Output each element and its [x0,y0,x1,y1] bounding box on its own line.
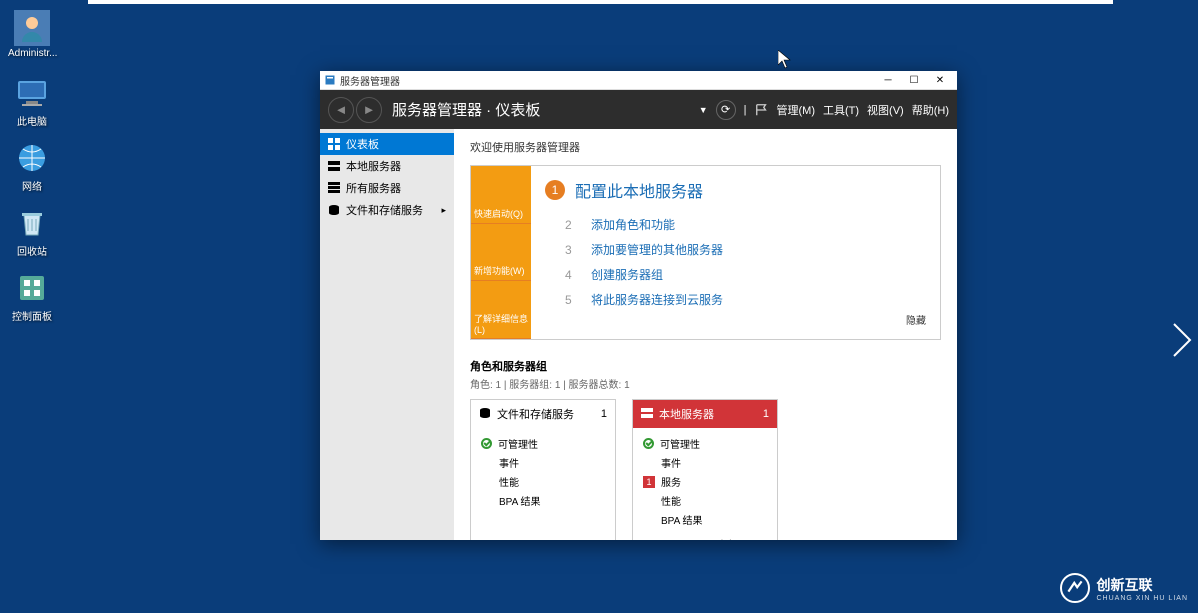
tile-row[interactable]: 事件 [643,453,767,472]
quickstart-step-5: 5 将此服务器连接到云服务 [545,291,926,308]
dashboard-icon [328,138,340,150]
recycle-bin-icon[interactable]: 回收站 [8,205,56,258]
step-link[interactable]: 创建服务器组 [591,266,663,283]
tile-row[interactable]: 可管理性 [481,434,605,453]
menu-view[interactable]: 视图(V) [867,102,904,118]
refresh-button[interactable]: ⟳ [716,100,736,120]
titlebar[interactable]: 服务器管理器 ─ ☐ ✕ [320,71,957,90]
main-content: 欢迎使用服务器管理器 快速启动(Q)新增功能(W)了解详细信息(L) 1 配置此… [454,129,957,540]
storage-icon [328,204,340,216]
sidebar-item-label: 仪表板 [346,136,379,152]
sidebar-item-server[interactable]: 本地服务器 [320,155,454,177]
configure-local-server-link[interactable]: 配置此本地服务器 [575,178,703,202]
step-number: 4 [565,268,577,282]
role-tile-1[interactable]: 本地服务器1 可管理性事件1服务性能BPA 结果 2019/7/23 11:25 [632,399,778,540]
tile-row[interactable]: 1服务 [643,472,767,491]
server-manager-window: 服务器管理器 ─ ☐ ✕ ◄ ► 服务器管理器 · 仪表板 ▼ ⟳ | 管理(M… [320,71,957,540]
menu-help[interactable]: 帮助(H) [912,102,949,118]
separator: | [744,104,747,116]
step-number: 2 [565,218,577,232]
nav-forward-button[interactable]: ► [356,97,382,123]
roles-section-title: 角色和服务器组 [470,358,941,374]
menu-manage[interactable]: 管理(M) [777,102,816,118]
status-ok-icon [643,438,654,449]
window-title: 服务器管理器 [340,73,875,88]
sidebar-item-label: 所有服务器 [346,180,401,196]
menu-tools[interactable]: 工具(T) [823,102,859,118]
this-pc-icon[interactable]: 此电脑 [8,75,56,128]
quickstart-tile-0[interactable]: 快速启动(Q) [471,166,531,224]
breadcrumb: 服务器管理器 · 仪表板 [392,99,699,120]
sidebar-item-dashboard[interactable]: 仪表板 [320,133,454,155]
step-number: 5 [565,293,577,307]
brand-sub: CHUANG XIN HU LIAN [1096,595,1188,602]
tile-row[interactable]: BPA 结果 [481,491,605,510]
quickstart-step-4: 4 创建服务器组 [545,266,926,283]
server-manager-icon [324,74,336,86]
sidebar-item-label: 本地服务器 [346,158,401,174]
sidebar-item-label: 文件和存储服务 [346,202,423,218]
tile-row[interactable]: 事件 [481,453,605,472]
tile-row[interactable]: 可管理性 [643,434,767,453]
servers-icon [328,182,340,194]
quickstart-tile-2[interactable]: 了解详细信息(L) [471,281,531,339]
quickstart-tile-1[interactable]: 新增功能(W) [471,224,531,282]
mouse-cursor [778,50,792,70]
brand-watermark: 创新互联 CHUANG XIN HU LIAN [1060,573,1188,603]
quickstart-step-2: 2 添加角色和功能 [545,216,926,233]
status-error-icon: 1 [643,476,655,488]
quickstart-panel: 快速启动(Q)新增功能(W)了解详细信息(L) 1 配置此本地服务器 2 添加角色… [470,165,941,340]
step-number: 3 [565,243,577,257]
flag-icon[interactable] [755,103,769,117]
sidebar-item-servers[interactable]: 所有服务器 [320,177,454,199]
hide-link[interactable]: 隐藏 [906,312,926,327]
brand-logo-icon [1060,573,1090,603]
dropdown-indicator[interactable]: ▼ [699,105,708,115]
sidebar-item-storage[interactable]: 文件和存储服务 ▸ [320,199,454,221]
tile-header[interactable]: 本地服务器1 [633,400,777,428]
step-link[interactable]: 添加要管理的其他服务器 [591,241,723,258]
welcome-text: 欢迎使用服务器管理器 [470,139,941,155]
header-bar: ◄ ► 服务器管理器 · 仪表板 ▼ ⟳ | 管理(M) 工具(T) 视图(V)… [320,90,957,129]
top-white-bar [88,0,1113,4]
server-icon [641,407,653,422]
tile-header[interactable]: 文件和存储服务1 [471,400,615,428]
roles-section-sub: 角色: 1 | 服务器组: 1 | 服务器总数: 1 [470,376,941,391]
network-icon[interactable]: 网络 [8,140,56,193]
control-panel-icon[interactable]: 控制面板 [8,270,56,323]
tile-row[interactable]: 性能 [643,491,767,510]
quickstart-step-3: 3 添加要管理的其他服务器 [545,241,926,258]
nav-back-button[interactable]: ◄ [328,97,354,123]
sidebar: 仪表板本地服务器所有服务器文件和存储服务 ▸ [320,129,454,540]
chevron-right-icon: ▸ [441,205,446,216]
maximize-button[interactable]: ☐ [901,71,927,89]
tile-row[interactable]: 性能 [481,472,605,491]
brand-name: 创新互联 [1096,575,1188,595]
close-button[interactable]: ✕ [927,71,953,89]
server-icon [328,160,340,172]
status-ok-icon [481,438,492,449]
minimize-button[interactable]: ─ [875,71,901,89]
step-link[interactable]: 将此服务器连接到云服务 [591,291,723,308]
administrator-icon[interactable]: Administr... [8,10,56,59]
tile-timestamp: 2019/7/23 11:25 [633,535,777,540]
next-slide-arrow[interactable] [1170,320,1194,360]
storage-icon [479,407,491,422]
step-1-badge: 1 [545,180,565,200]
step-link[interactable]: 添加角色和功能 [591,216,675,233]
role-tile-0[interactable]: 文件和存储服务1 可管理性事件性能BPA 结果 [470,399,616,540]
tile-row[interactable]: BPA 结果 [643,510,767,529]
